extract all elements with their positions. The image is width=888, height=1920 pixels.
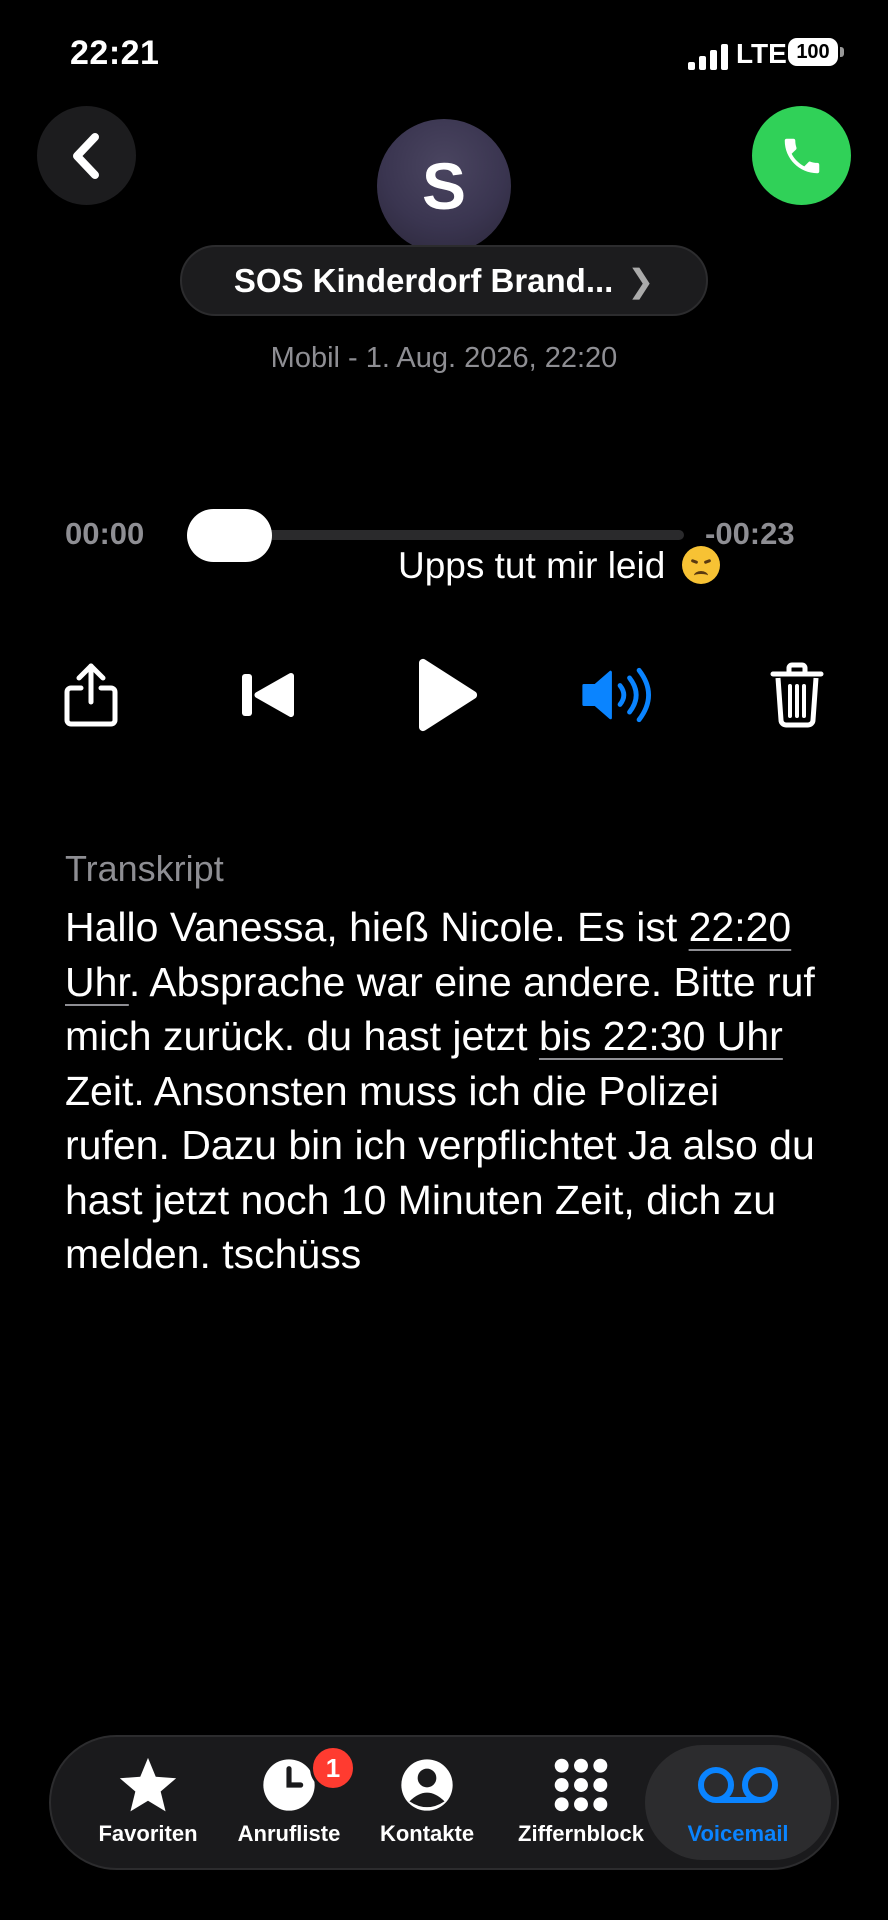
transcript-part: Zeit. Ansonsten muss ich die Polizei ruf…: [65, 1067, 815, 1278]
transcript-text: Hallo Vanessa, hieß Nicole. Es ist 22:20…: [65, 900, 835, 1282]
tab-label: Ziffernblock: [518, 1821, 644, 1846]
battery-level: 100: [788, 38, 838, 66]
disappointed-face-icon: [681, 546, 720, 584]
speaker-icon: [582, 667, 651, 723]
chevron-right-icon: ❯: [627, 262, 655, 299]
share-button[interactable]: [51, 655, 131, 735]
missed-calls-badge: 1: [310, 1745, 356, 1791]
call-button[interactable]: [752, 106, 851, 205]
tab-label: Anrufliste: [237, 1821, 341, 1846]
overlay-caption: Upps tut mir leid: [398, 545, 720, 587]
tab-label: Kontakte: [379, 1821, 475, 1846]
voicemail-icon: [698, 1767, 778, 1803]
star-icon: [119, 1757, 177, 1812]
cellular-signal-icon: [688, 44, 728, 70]
play-icon: [418, 658, 478, 732]
tab-kontakte[interactable]: Kontakte: [362, 1755, 492, 1855]
tab-label: Voicemail: [687, 1821, 789, 1846]
trash-icon: [770, 662, 824, 728]
tab-favoriten[interactable]: Favoriten: [83, 1755, 213, 1855]
transcript-part: Hallo Vanessa, hieß Nicole. Es ist: [65, 904, 689, 950]
contact-avatar: S: [377, 119, 511, 253]
scrubber-thumb[interactable]: [187, 509, 272, 562]
battery-icon: 100: [788, 38, 844, 68]
transcript-time-link[interactable]: bis 22:30 Uhr: [539, 1013, 783, 1059]
clock-icon: [263, 1759, 315, 1811]
phone-icon: [784, 138, 819, 173]
current-time: 00:00: [65, 516, 145, 551]
person-circle-icon: [401, 1759, 453, 1811]
contact-name: SOS Kinderdorf Brand...: [233, 261, 614, 299]
keypad-icon: [554, 1758, 608, 1812]
rewind-button[interactable]: [228, 655, 308, 735]
call-details: Mobil - 1. Aug. 2026, 22:20: [270, 342, 618, 374]
back-button[interactable]: [37, 106, 136, 205]
play-button[interactable]: [406, 655, 486, 735]
chevron-left-icon: [72, 132, 99, 179]
skip-back-icon: [242, 672, 294, 718]
network-type: LTE: [736, 38, 787, 69]
tab-ziffernblock[interactable]: Ziffernblock: [516, 1755, 646, 1855]
speaker-button[interactable]: [580, 655, 660, 735]
tab-label: Favoriten: [98, 1821, 198, 1846]
overlay-caption-text: Upps tut mir leid: [398, 545, 666, 586]
contact-name-button[interactable]: SOS Kinderdorf Brand... ❯: [180, 245, 708, 316]
tab-voicemail[interactable]: Voicemail: [673, 1755, 803, 1855]
transcript-heading: Transkript: [65, 848, 224, 889]
delete-button[interactable]: [757, 655, 837, 735]
share-icon: [64, 663, 118, 727]
status-time: 22:21: [70, 34, 160, 72]
